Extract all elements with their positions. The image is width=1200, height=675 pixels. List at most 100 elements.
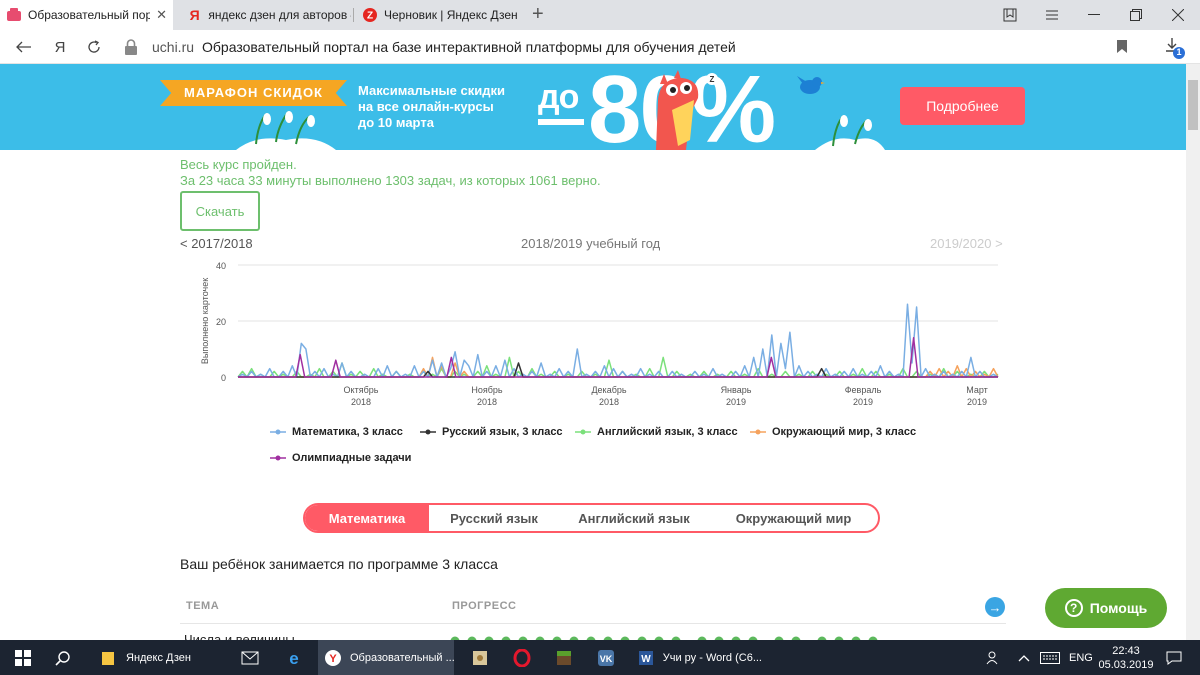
- clock[interactable]: 22:43 05.03.2019: [1098, 640, 1154, 675]
- y-axis-label: Выполнено карточек: [200, 278, 210, 364]
- reload-icon[interactable]: [82, 36, 106, 58]
- tab-world[interactable]: Окружающий мир: [709, 505, 878, 531]
- clock-date: 05.03.2019: [1098, 658, 1154, 671]
- column-topic: ТЕМА: [186, 600, 220, 612]
- new-tab-button[interactable]: +: [532, 4, 544, 24]
- next-year-link[interactable]: 2019/2020 >: [930, 236, 1003, 251]
- windows-taskbar: Яндекс Дзен e Y Образовательный ... VK W…: [0, 640, 1200, 675]
- minecraft-icon[interactable]: [546, 640, 582, 675]
- legend-marker-icon: [420, 429, 436, 435]
- mail-icon[interactable]: [232, 640, 268, 675]
- legend-item[interactable]: Окружающий мир, 3 класс: [750, 426, 916, 438]
- promo-banner[interactable]: МАРАФОН СКИДОК Максимальные скидки на вс…: [0, 64, 1186, 150]
- download-button[interactable]: Скачать: [180, 191, 260, 231]
- bookmarks-panel-icon[interactable]: [992, 0, 1028, 30]
- app-icon[interactable]: [462, 640, 498, 675]
- svg-text:W: W: [642, 654, 652, 665]
- snowdrops-right-icon: [815, 115, 885, 150]
- tab-uchi[interactable]: Образовательный порт ✕: [0, 0, 173, 30]
- x-tick-year: 2019: [853, 397, 873, 407]
- tab-math[interactable]: Математика: [305, 505, 429, 531]
- course-complete-text: Весь курс пройден.: [180, 157, 297, 172]
- sparkle-icon: Z: [706, 73, 718, 85]
- downloads-icon[interactable]: 1: [1164, 36, 1186, 60]
- help-button[interactable]: ? Помощь: [1045, 588, 1167, 628]
- legend-label: Русский язык, 3 класс: [442, 426, 563, 438]
- tab-zen-draft[interactable]: Z Черновик | Яндекс Дзен: [356, 0, 526, 30]
- promo-line: Максимальные скидки: [358, 83, 505, 98]
- promo-line: до 10 марта: [358, 115, 434, 130]
- back-arrow-icon[interactable]: [12, 36, 36, 58]
- url-page-title[interactable]: Образовательный портал на базе интеракти…: [202, 39, 736, 55]
- legend-marker-icon: [575, 429, 591, 435]
- url-domain[interactable]: uchi.ru: [152, 39, 194, 55]
- taskbar-label: Учи ру - Word (С6...: [662, 651, 762, 664]
- close-window-icon[interactable]: [1160, 0, 1196, 30]
- more-info-button[interactable]: Подробнее: [900, 87, 1025, 125]
- tab-english[interactable]: Английский язык: [559, 505, 709, 531]
- prev-year-link[interactable]: < 2017/2018: [180, 236, 253, 251]
- edge-icon[interactable]: e: [276, 640, 312, 675]
- scrollbar-thumb[interactable]: [1188, 80, 1198, 130]
- discount-prefix: до: [538, 78, 579, 116]
- series-line: [237, 303, 999, 378]
- tray-chevron-icon[interactable]: [1018, 640, 1030, 675]
- minimize-icon[interactable]: [1076, 0, 1112, 30]
- legend-item[interactable]: Русский язык, 3 класс: [420, 426, 563, 438]
- menu-icon[interactable]: [1034, 0, 1070, 30]
- table-divider: [180, 623, 1006, 624]
- browser-tab-bar: Образовательный порт ✕ Я яндекс дзен для…: [0, 0, 1200, 30]
- language-indicator[interactable]: ENG: [1069, 640, 1093, 675]
- x-tick-month: Январь: [721, 385, 752, 395]
- subject-tabs: Математика Русский язык Английский язык …: [303, 503, 880, 533]
- tab-close-icon[interactable]: ✕: [150, 7, 173, 23]
- marathon-ribbon: МАРАФОН СКИДОК: [160, 80, 347, 106]
- discount-underline: [538, 119, 584, 125]
- x-tick-month: Март: [966, 385, 988, 395]
- legend-marker-icon: [270, 429, 286, 435]
- search-icon[interactable]: [48, 640, 78, 675]
- legend-item[interactable]: Олимпиадные задачи: [270, 452, 411, 464]
- notifications-icon[interactable]: [1166, 640, 1182, 675]
- x-tick-year: 2019: [726, 397, 746, 407]
- bird-icon: [797, 76, 825, 94]
- tab-label: яндекс дзен для авторов –: [208, 8, 351, 22]
- legend-item[interactable]: Математика, 3 класс: [270, 426, 403, 438]
- legend-label: Математика, 3 класс: [292, 426, 403, 438]
- opera-icon[interactable]: [504, 640, 540, 675]
- legend-marker-icon: [750, 429, 766, 435]
- tab-yandex-zen-search[interactable]: Я яндекс дзен для авторов –: [181, 0, 351, 30]
- dino-mascot-icon: [656, 70, 699, 150]
- program-text: Ваш ребёнок занимается по программе 3 кл…: [180, 556, 498, 572]
- y-tick-label: 0: [221, 373, 226, 383]
- vk-icon[interactable]: VK: [588, 640, 624, 675]
- x-tick-year: 2019: [967, 397, 987, 407]
- restore-icon[interactable]: [1118, 0, 1154, 30]
- tab-russian[interactable]: Русский язык: [429, 505, 559, 531]
- yandex-favicon-icon: Я: [189, 7, 200, 23]
- taskbar-item-word[interactable]: W Учи ру - Word (С6...: [632, 640, 762, 675]
- start-button[interactable]: [8, 640, 38, 675]
- zen-favicon-icon: Z: [362, 7, 378, 23]
- current-year-label: 2018/2019 учебный год: [521, 236, 661, 251]
- folder-icon: [98, 648, 118, 668]
- word-icon: W: [638, 648, 655, 668]
- taskbar-item-zen-folder[interactable]: Яндекс Дзен: [92, 640, 222, 675]
- legend-item[interactable]: Английский язык, 3 класс: [575, 426, 738, 438]
- yandex-home-icon[interactable]: Я: [48, 36, 72, 58]
- bookmark-icon[interactable]: [1116, 39, 1128, 54]
- lock-icon[interactable]: [124, 39, 138, 55]
- clock-time: 22:43: [1112, 644, 1140, 657]
- legend-marker-icon: [270, 455, 286, 461]
- promo-text: Максимальные скидки на все онлайн-курсы …: [358, 83, 505, 131]
- y-tick-label: 20: [216, 317, 226, 327]
- x-tick-month: Октябрь: [344, 385, 379, 395]
- svg-text:e: e: [289, 649, 298, 667]
- question-icon: ?: [1064, 599, 1083, 617]
- people-icon[interactable]: [986, 640, 1002, 675]
- next-arrow-icon[interactable]: →: [985, 597, 1005, 617]
- x-tick-month: Февраль: [845, 385, 882, 395]
- keyboard-icon[interactable]: [1040, 640, 1060, 675]
- taskbar-item-browser[interactable]: Y Образовательный ...: [318, 640, 455, 675]
- page-scrollbar[interactable]: [1186, 64, 1200, 640]
